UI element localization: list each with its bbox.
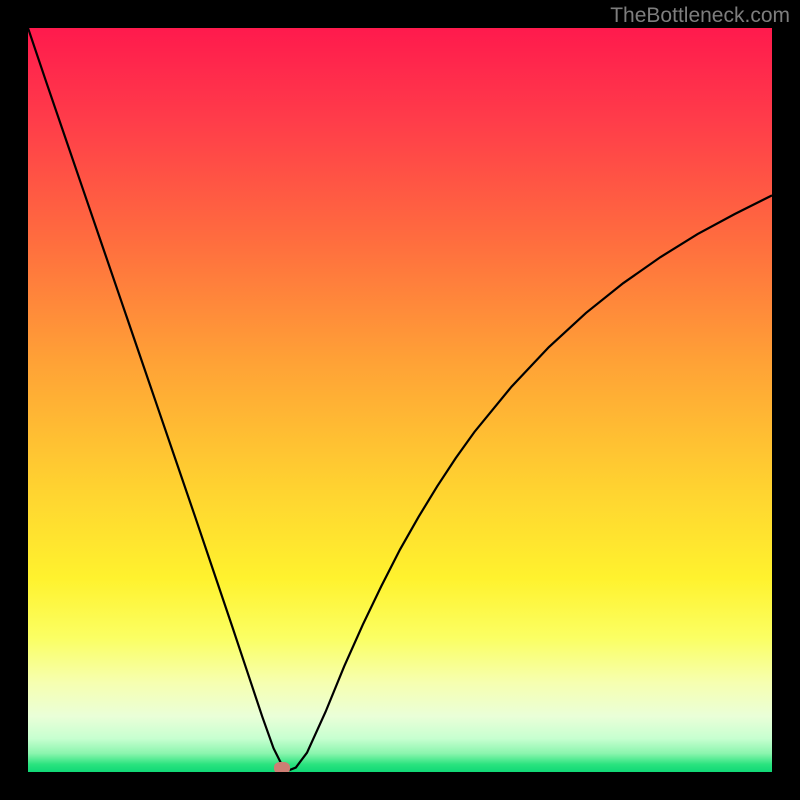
chart-frame: TheBottleneck.com [0,0,800,800]
watermark-text: TheBottleneck.com [610,4,790,28]
plot-area [28,28,772,772]
bottleneck-curve [28,28,772,771]
optimal-point-marker [274,762,290,772]
curve-layer [28,28,772,772]
